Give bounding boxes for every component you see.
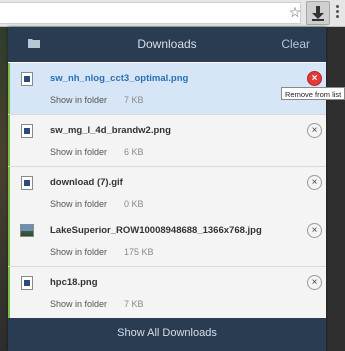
item-status-bar	[8, 167, 10, 218]
panel-title: Downloads	[137, 37, 197, 51]
item-status-bar	[8, 115, 10, 166]
downloads-panel: Downloads Clear sw_nh_nlog_cct3_optimal.…	[8, 27, 326, 351]
file-name[interactable]: sw_nh_nlog_cct3_optimal.png	[50, 73, 188, 84]
show-in-folder-link[interactable]: Show in folder	[50, 247, 107, 257]
file-icon	[21, 72, 33, 86]
file-icon	[21, 276, 33, 290]
file-size: 7 KB	[124, 299, 144, 309]
file-size: 0 KB	[124, 199, 144, 209]
browser-menu-icon[interactable]	[334, 4, 340, 20]
file-name[interactable]: LakeSuperior_ROW10008948688_1366x768.jpg	[50, 225, 262, 236]
show-all-downloads-button[interactable]: Show All Downloads	[8, 327, 326, 339]
file-name[interactable]: download (7).gif	[50, 177, 123, 188]
clear-button[interactable]: Clear	[276, 37, 310, 51]
remove-button[interactable]: ×	[307, 123, 322, 138]
remove-button[interactable]: ×	[307, 223, 322, 238]
download-item[interactable]: download (7).gif Show in folder 0 KB ×	[8, 167, 326, 219]
file-size: 6 KB	[124, 147, 144, 157]
folder-icon[interactable]	[28, 38, 40, 48]
bookmark-star-icon[interactable]: ☆	[287, 3, 303, 21]
remove-button[interactable]: ×	[307, 175, 322, 190]
file-size: 7 KB	[124, 95, 144, 105]
download-item[interactable]: sw_nh_nlog_cct3_optimal.png Show in fold…	[8, 63, 326, 115]
file-name[interactable]: sw_mg_l_4d_brandw2.png	[50, 125, 171, 136]
image-file-icon	[20, 224, 34, 237]
file-name[interactable]: hpc18.png	[50, 277, 98, 288]
file-icon	[21, 124, 33, 138]
browser-toolbar: ☆	[0, 0, 345, 27]
address-bar[interactable]	[0, 2, 301, 24]
show-in-folder-link[interactable]: Show in folder	[50, 299, 107, 309]
page-background	[326, 27, 345, 351]
download-item[interactable]: LakeSuperior_ROW10008948688_1366x768.jpg…	[8, 215, 326, 267]
file-size: 175 KB	[124, 247, 154, 257]
panel-header: Downloads Clear	[8, 27, 326, 62]
download-arrow-icon	[312, 6, 324, 21]
file-icon	[21, 176, 33, 190]
remove-tooltip: Remove from list	[281, 87, 345, 100]
item-status-bar	[8, 215, 10, 266]
remove-button[interactable]: ×	[307, 71, 322, 86]
panel-footer: Show All Downloads	[8, 318, 326, 351]
show-in-folder-link[interactable]: Show in folder	[50, 199, 107, 209]
item-status-bar	[8, 63, 10, 114]
downloads-toolbar-button[interactable]	[306, 1, 330, 25]
show-in-folder-link[interactable]: Show in folder	[50, 95, 107, 105]
download-item[interactable]: hpc18.png Show in folder 7 KB ×	[8, 267, 326, 319]
page-background	[0, 27, 8, 351]
download-item[interactable]: sw_mg_l_4d_brandw2.png Show in folder 6 …	[8, 115, 326, 167]
item-status-bar	[8, 267, 10, 318]
remove-button[interactable]: ×	[307, 275, 322, 290]
show-in-folder-link[interactable]: Show in folder	[50, 147, 107, 157]
